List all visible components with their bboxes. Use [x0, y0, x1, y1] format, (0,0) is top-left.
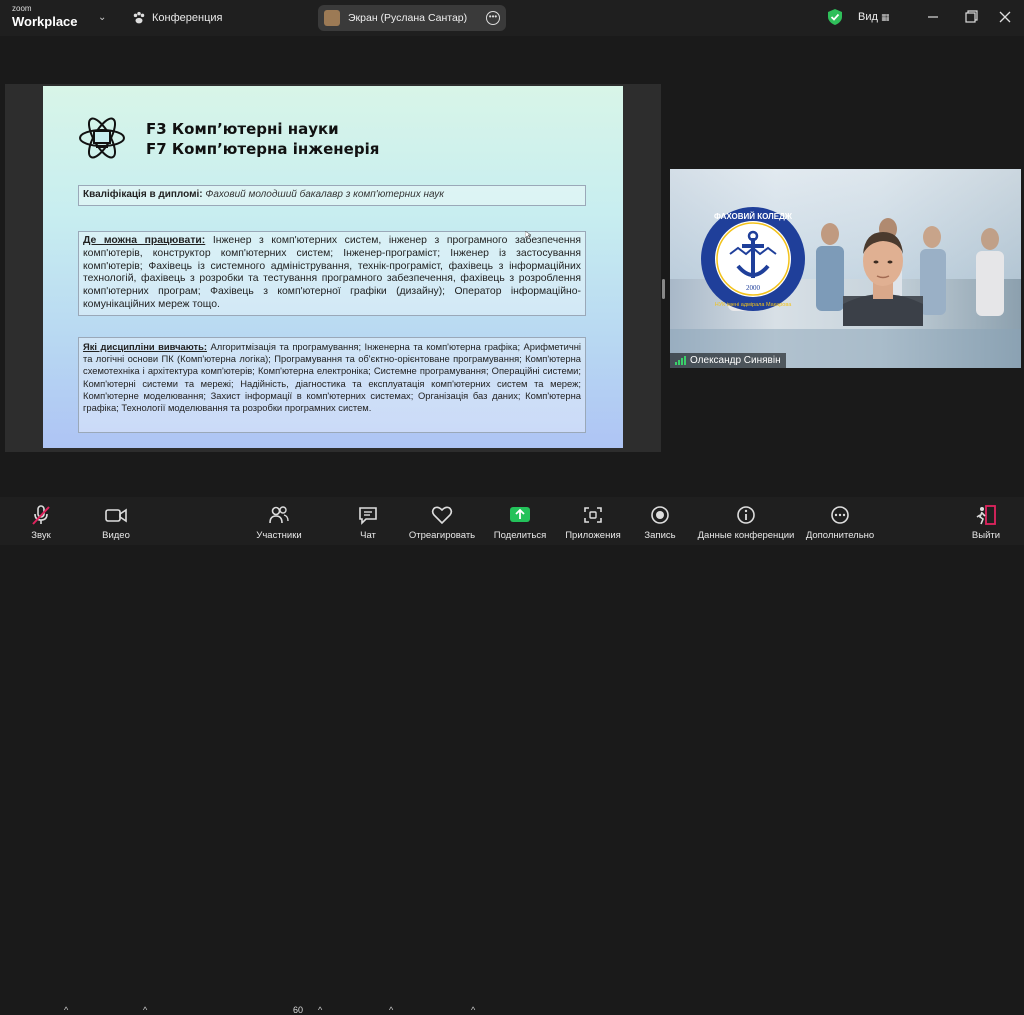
avatar: [324, 10, 340, 26]
leave-button[interactable]: Выйти: [968, 497, 1004, 545]
slide-title-line1: F3 Комп’ютерні науки: [146, 120, 339, 138]
close-icon[interactable]: [995, 8, 1015, 26]
record-button[interactable]: Запись: [643, 497, 677, 545]
chat-button[interactable]: Чат: [354, 497, 382, 545]
record-label: Запись: [644, 530, 676, 541]
more-dots-icon: [831, 506, 849, 524]
apps-button[interactable]: Приложения: [563, 497, 623, 545]
leave-door-icon: [976, 505, 996, 525]
resize-handle[interactable]: [662, 279, 665, 299]
slide-title-line2: F7 Комп’ютерна інженерія: [146, 140, 380, 158]
react-label: Отреагировать: [408, 530, 476, 541]
share-label-toolbar: Поделиться: [493, 530, 547, 541]
title-bar: zoom Workplace ⌄ Конференция Экран (Русл…: [0, 0, 1024, 36]
apps-icon: [584, 507, 602, 523]
minimize-icon[interactable]: [923, 8, 943, 26]
chat-label: Чат: [360, 530, 376, 541]
meeting-toolbar: Звук ^ Видео ^ Участники 60 ^ Чат ^ Отре…: [0, 497, 1024, 1015]
leave-label: Выйти: [971, 530, 1001, 541]
info-icon: [737, 506, 755, 524]
atom-computer-icon: [79, 117, 125, 159]
chat-icon: [359, 507, 377, 525]
zoom-logo[interactable]: zoom Workplace: [12, 4, 78, 29]
share-button[interactable]: Поделиться: [491, 497, 549, 545]
participant-name: Олександр Синявін: [690, 355, 781, 366]
work-text: Інженер з комп'ютерних систем, інженер з…: [83, 235, 581, 310]
college-logo: 2000 ФАХОВИЙ КОЛЕДЖ НУК імені адмірала М…: [701, 207, 805, 311]
signal-strength-icon: [675, 356, 686, 365]
chevron-down-icon[interactable]: ⌄: [98, 12, 106, 23]
conference-label: Конференция: [152, 12, 223, 24]
more-button[interactable]: Дополнительно: [803, 497, 877, 545]
mouse-cursor-icon: [525, 231, 531, 239]
participants-icon: [269, 506, 289, 524]
more-icon[interactable]: •••: [486, 11, 500, 25]
disciplines-label: Які дисципліни вивчають:: [83, 341, 207, 352]
video-button[interactable]: Видео: [98, 497, 134, 545]
video-options-chevron-icon[interactable]: ^: [143, 1005, 147, 1015]
brand-big: Workplace: [12, 14, 78, 29]
chat-chevron-icon[interactable]: ^: [389, 1005, 393, 1015]
qualification-label: Кваліфікація в дипломі:: [83, 189, 203, 200]
share-screen-icon: [510, 507, 530, 522]
slide-title: F3 Комп’ютерні науки F7 Комп’ютерна інже…: [146, 119, 379, 159]
react-chevron-icon[interactable]: ^: [471, 1005, 475, 1015]
view-grid-icon[interactable]: ▦: [881, 12, 890, 23]
logo-top-text: ФАХОВИЙ КОЛЕДЖ: [714, 212, 793, 221]
view-button[interactable]: Вид: [858, 11, 878, 23]
paw-icon: [133, 11, 145, 24]
qualification-box: Кваліфікація в дипломі: Фаховий молодший…: [78, 185, 586, 206]
participant-name-label: Олександр Синявін: [670, 353, 786, 368]
restore-icon[interactable]: [961, 8, 981, 26]
participants-label: Участники: [256, 530, 302, 541]
work-label: Де можна працювати:: [83, 235, 206, 246]
participants-button[interactable]: Участники: [253, 497, 305, 545]
work-box: Де можна працювати: Інженер з комп'ютерн…: [78, 231, 586, 316]
qualification-value: Фаховий молодший бакалавр з комп'ютерних…: [205, 189, 444, 200]
more-label: Дополнительно: [805, 530, 875, 541]
brand-small: zoom: [12, 4, 32, 13]
audio-label: Звук: [31, 530, 51, 541]
logo-year: 2000: [746, 284, 761, 292]
camera-icon: [105, 508, 127, 523]
react-button[interactable]: Отреагировать: [408, 497, 476, 545]
video-label: Видео: [102, 530, 130, 541]
conference-button[interactable]: Конференция: [132, 11, 222, 25]
participant-person: [843, 232, 923, 326]
microphone-muted-icon: [32, 505, 50, 525]
share-label: Экран (Руслана Сантар): [348, 12, 468, 24]
shield-check-icon[interactable]: [828, 9, 842, 25]
participants-chevron-icon[interactable]: ^: [318, 1005, 322, 1015]
audio-button[interactable]: Звук: [24, 497, 58, 545]
disciplines-box: Які дисципліни вивчають: Алгоритмізація …: [78, 337, 586, 433]
heart-icon: [431, 506, 453, 525]
screen-share-indicator[interactable]: Экран (Руслана Сантар) •••: [318, 5, 506, 31]
meeting-info-button[interactable]: Данные конференции: [696, 497, 796, 545]
audio-options-chevron-icon[interactable]: ^: [64, 1005, 68, 1015]
apps-label: Приложения: [565, 530, 621, 541]
meeting-info-label: Данные конференции: [697, 530, 795, 541]
record-icon: [651, 506, 669, 524]
participants-count: 60: [293, 1005, 304, 1015]
logo-bottom-text: НУК імені адмірала Макарова: [715, 302, 792, 308]
